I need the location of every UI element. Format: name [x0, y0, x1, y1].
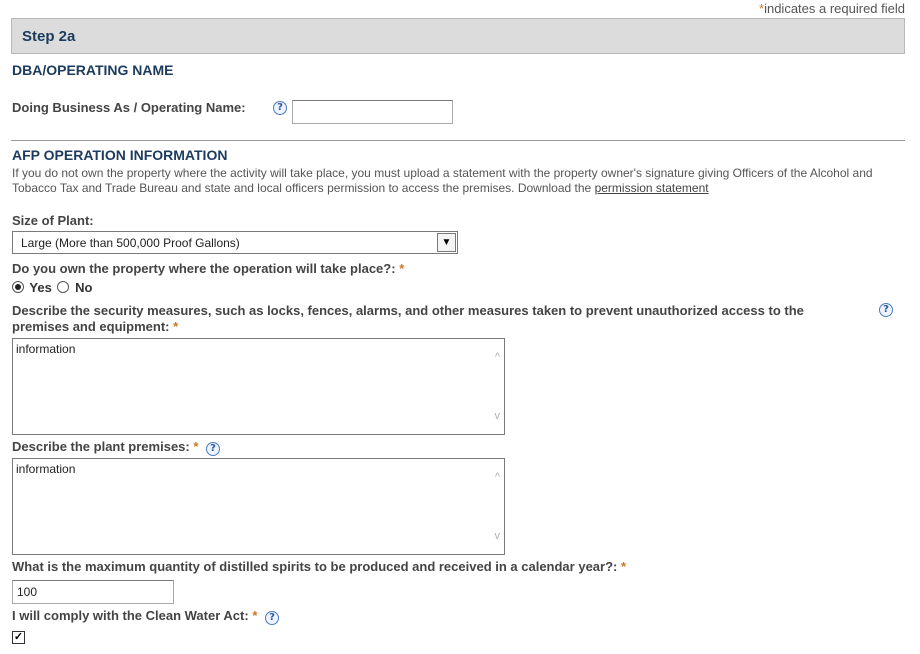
help-icon[interactable]: ? — [273, 101, 287, 115]
help-icon[interactable]: ? — [879, 303, 893, 317]
own-property-radio-group: Yes No — [12, 280, 92, 295]
scroll-up-icon[interactable]: ^ — [495, 471, 500, 483]
section-divider — [11, 140, 905, 141]
own-yes-radio[interactable] — [12, 281, 24, 293]
afp-section-title: AFP OPERATION INFORMATION — [12, 147, 228, 163]
clean-water-checkbox[interactable]: ✓ — [12, 631, 25, 644]
dba-label: Doing Business As / Operating Name: — [12, 100, 246, 115]
quantity-input[interactable] — [12, 580, 174, 604]
chevron-down-icon[interactable]: ▼ — [437, 233, 456, 252]
required-field-note: *indicates a required field — [759, 1, 905, 16]
premises-label-text: Describe the plant premises: — [12, 439, 190, 454]
help-icon[interactable]: ? — [265, 611, 279, 625]
clean-water-label-text: I will comply with the Clean Water Act: — [12, 608, 249, 623]
quantity-label-text: What is the maximum quantity of distille… — [12, 559, 618, 574]
clean-water-label: I will comply with the Clean Water Act: … — [12, 608, 279, 625]
own-no-radio[interactable] — [57, 281, 70, 293]
info-text: If you do not own the property where the… — [12, 166, 873, 195]
required-star: * — [173, 319, 179, 334]
required-star: * — [193, 439, 199, 454]
step-header: Step 2a — [11, 18, 905, 54]
dba-section-title: DBA/OPERATING NAME — [12, 62, 174, 78]
required-star: * — [620, 559, 627, 574]
premises-text: information — [16, 462, 76, 476]
plant-size-select[interactable]: Large (More than 500,000 Proof Gallons) … — [12, 231, 458, 254]
security-textarea[interactable]: information ^ v — [12, 338, 505, 435]
check-icon: ✓ — [13, 631, 24, 643]
dba-input[interactable] — [292, 100, 453, 124]
premises-textarea[interactable]: information ^ v — [12, 458, 505, 555]
required-note-text: indicates a required field — [764, 1, 905, 16]
plant-size-label: Size of Plant: — [12, 213, 94, 228]
quantity-label: What is the maximum quantity of distille… — [12, 559, 626, 574]
own-yes-label[interactable]: Yes — [29, 280, 51, 295]
security-label: Describe the security measures, such as … — [12, 303, 872, 335]
premises-label: Describe the plant premises: * ? — [12, 439, 221, 456]
step-title: Step 2a — [22, 28, 76, 45]
permission-statement-link[interactable]: permission statement — [595, 181, 709, 195]
help-icon[interactable]: ? — [206, 442, 221, 456]
plant-size-value: Large (More than 500,000 Proof Gallons) — [21, 236, 240, 250]
own-no-label[interactable]: No — [75, 280, 92, 295]
security-label-line2: premises and equipment: — [12, 319, 170, 334]
own-property-text: Do you own the property where the operat… — [12, 261, 396, 276]
scroll-down-icon[interactable]: v — [495, 410, 501, 422]
scroll-down-icon[interactable]: v — [495, 530, 501, 542]
required-star: * — [252, 608, 258, 623]
permission-info-text: If you do not own the property where the… — [12, 166, 892, 196]
security-label-line1: Describe the security measures, such as … — [12, 303, 804, 318]
required-star: * — [399, 261, 405, 276]
scroll-up-icon[interactable]: ^ — [495, 351, 500, 363]
security-text: information — [16, 342, 76, 356]
own-property-label: Do you own the property where the operat… — [12, 261, 404, 276]
